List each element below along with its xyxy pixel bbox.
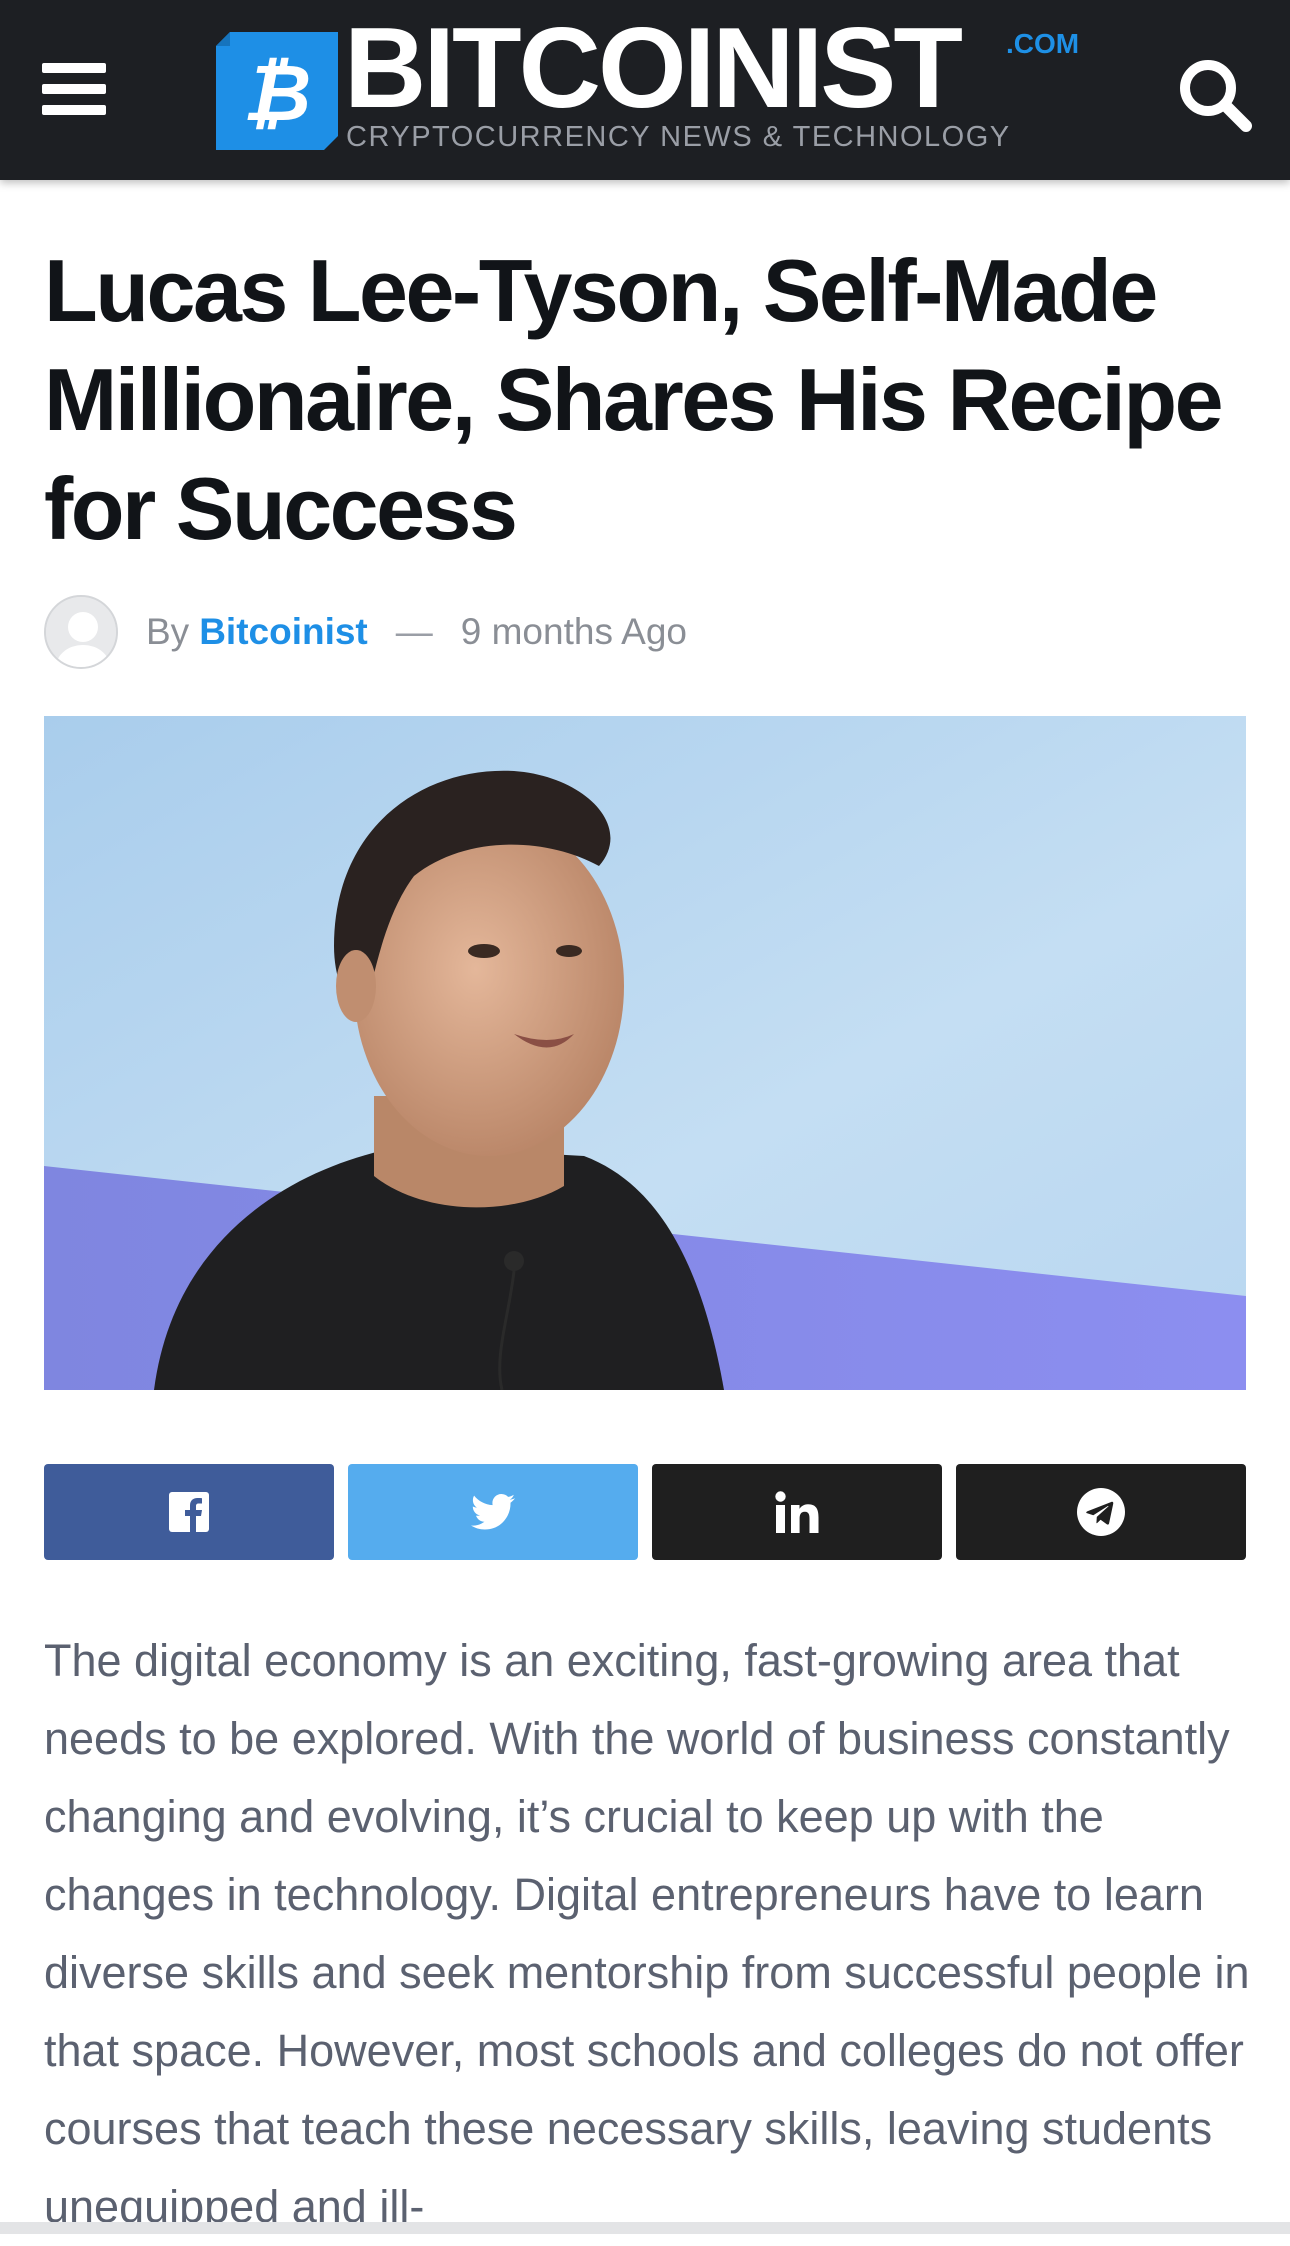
share-buttons bbox=[44, 1464, 1246, 1560]
share-facebook-button[interactable] bbox=[44, 1464, 334, 1560]
bottom-divider bbox=[0, 2222, 1290, 2234]
hero-image bbox=[44, 716, 1246, 1390]
site-logo[interactable]: ₿ BITCOINIST .COM CRYPTOCURRENCY NEWS & … bbox=[216, 12, 1080, 154]
byline-prefix: By bbox=[146, 611, 190, 652]
article-meta: By Bitcoinist — 9 months Ago bbox=[44, 594, 687, 670]
bitcoin-logo-icon: ₿ bbox=[216, 32, 338, 150]
site-header: ₿ BITCOINIST .COM CRYPTOCURRENCY NEWS & … bbox=[0, 0, 1290, 180]
logo-tld: .COM bbox=[1006, 28, 1080, 59]
author-avatar[interactable] bbox=[44, 595, 118, 669]
telegram-icon bbox=[1077, 1488, 1125, 1536]
author-link[interactable]: Bitcoinist bbox=[199, 611, 368, 653]
linkedin-icon bbox=[775, 1491, 819, 1533]
share-telegram-button[interactable] bbox=[956, 1464, 1246, 1560]
logo-mark-symbol: ₿ bbox=[243, 49, 311, 137]
article-body: The digital economy is an exciting, fast… bbox=[44, 1635, 1250, 2232]
share-linkedin-button[interactable] bbox=[652, 1464, 942, 1560]
article-headline: Lucas Lee-Tyson, Self-Made Millionaire, … bbox=[44, 241, 1224, 558]
publish-date: 9 months Ago bbox=[460, 611, 688, 652]
logo-tagline: CRYPTOCURRENCY NEWS & TECHNOLOGY bbox=[346, 121, 1011, 153]
hamburger-menu-icon[interactable] bbox=[42, 63, 106, 115]
search-icon[interactable] bbox=[1176, 56, 1252, 132]
logo-wordmark: BITCOINIST bbox=[344, 5, 963, 132]
meta-separator: — bbox=[395, 611, 433, 652]
share-twitter-button[interactable] bbox=[348, 1464, 638, 1560]
twitter-icon bbox=[471, 1494, 515, 1530]
facebook-icon bbox=[169, 1492, 209, 1532]
default-avatar-icon bbox=[46, 597, 116, 667]
